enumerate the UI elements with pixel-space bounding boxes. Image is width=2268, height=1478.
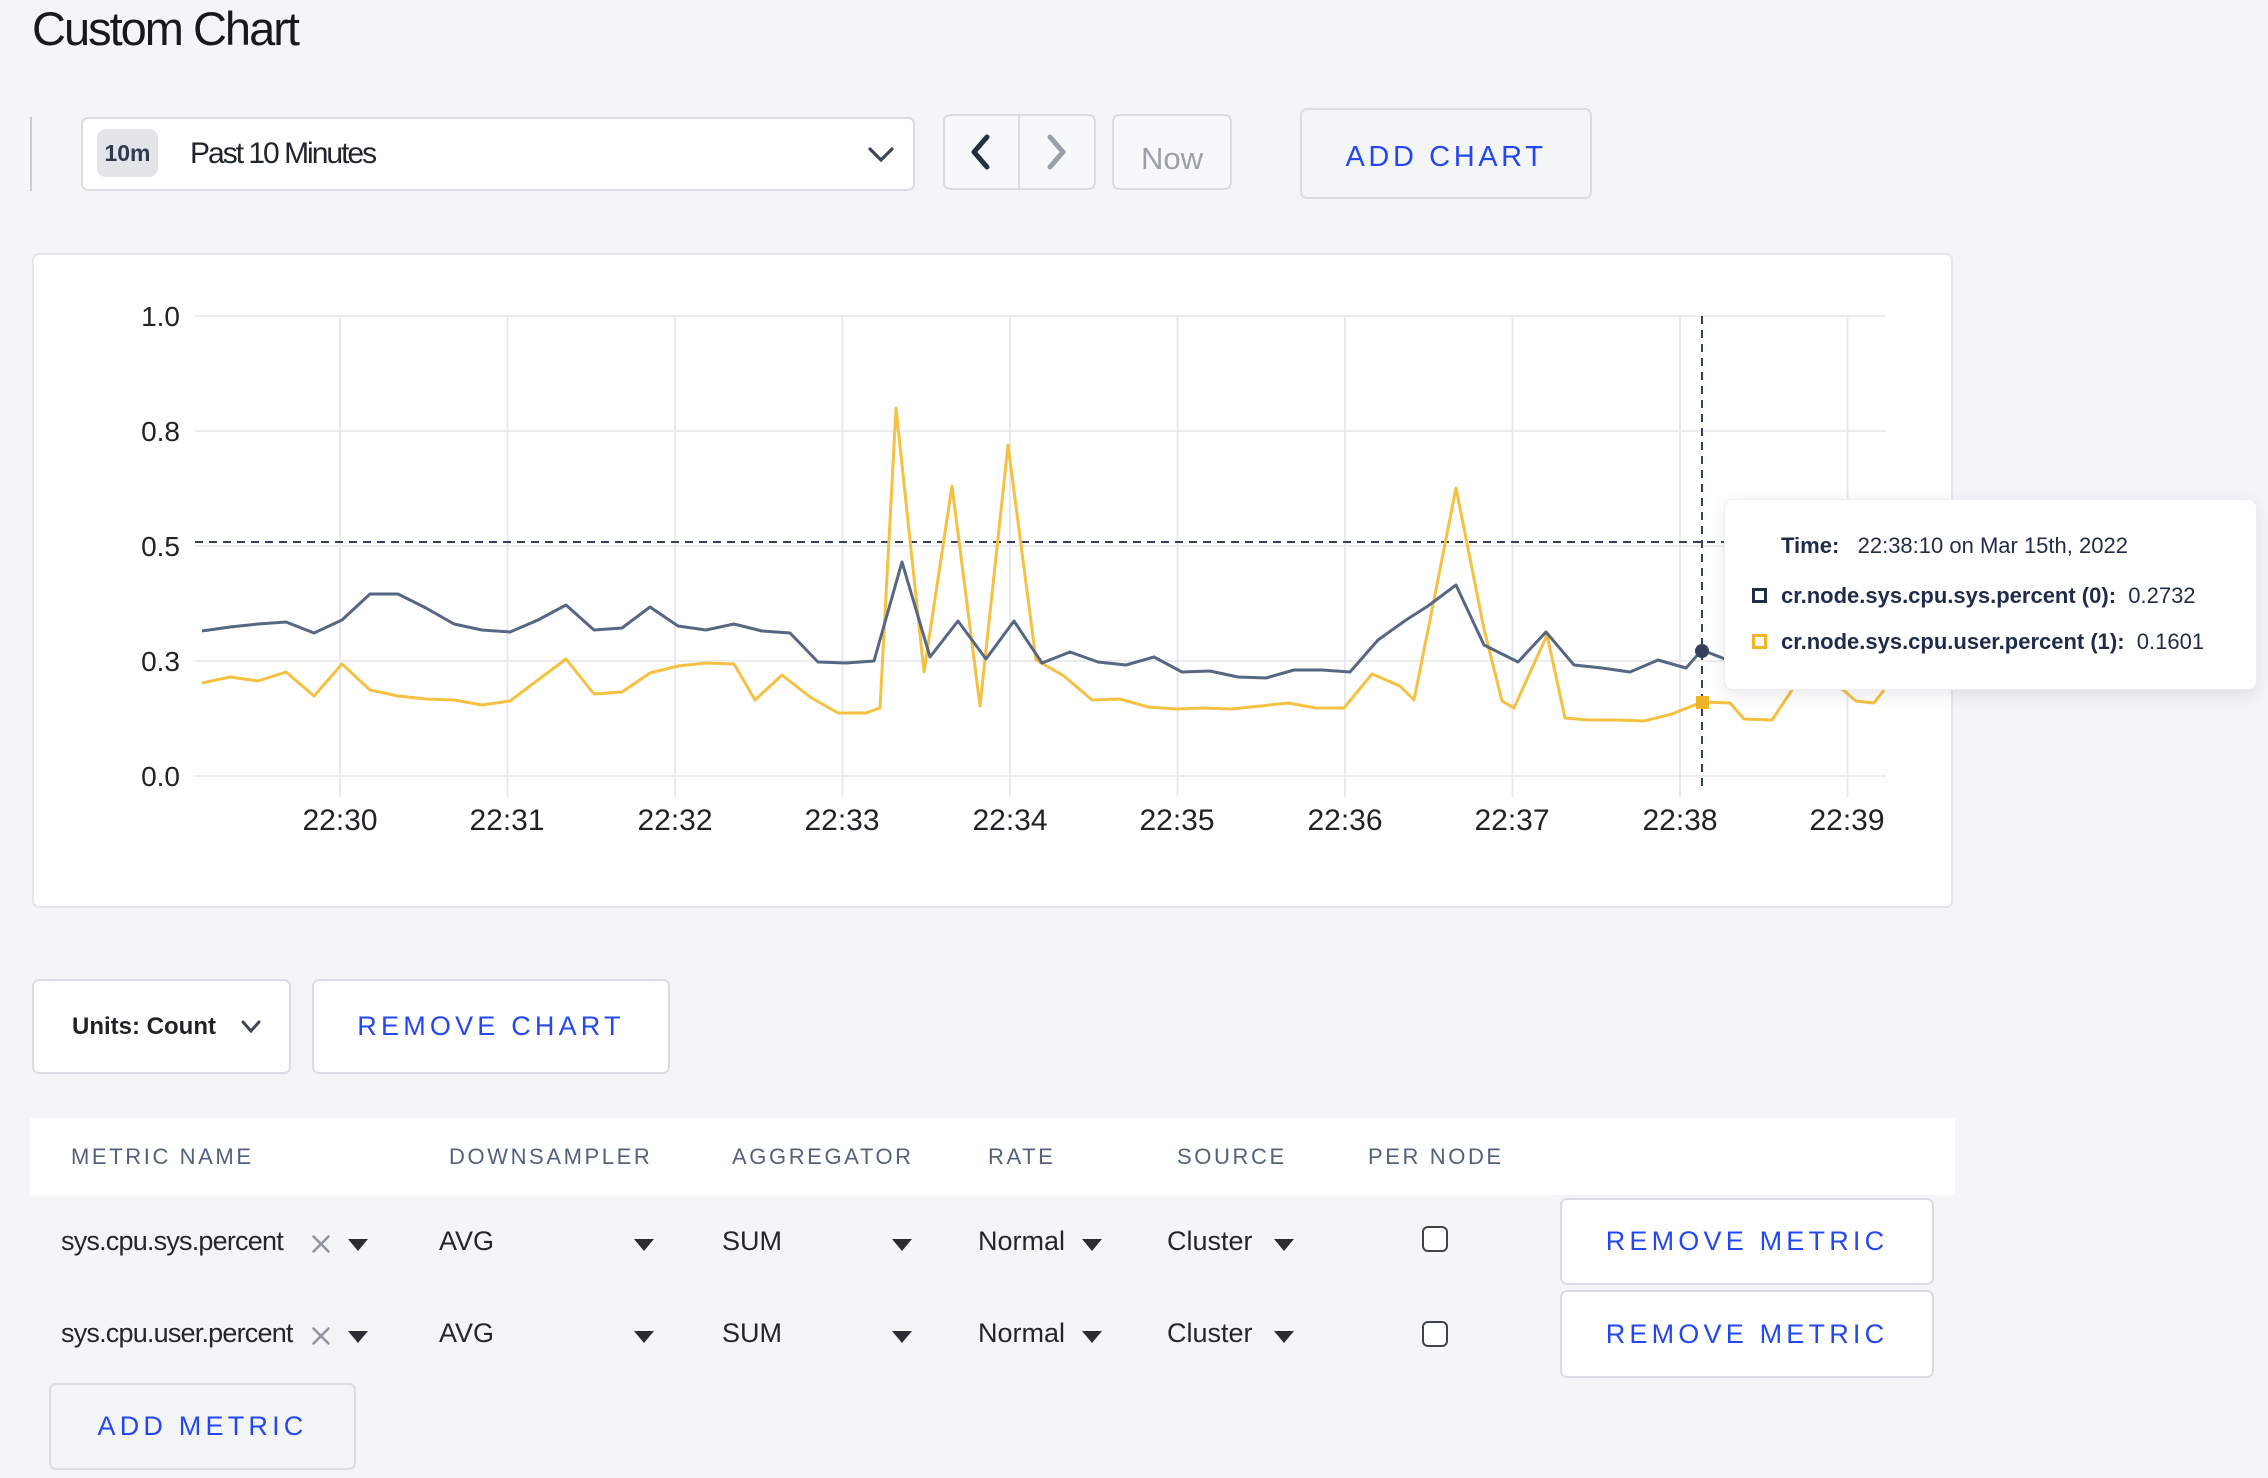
svg-text:22:33: 22:33 (804, 804, 879, 837)
svg-text:22:36: 22:36 (1307, 804, 1382, 837)
svg-text:22:37: 22:37 (1474, 804, 1549, 837)
svg-text:22:38: 22:38 (1642, 804, 1717, 837)
svg-text:22:32: 22:32 (637, 804, 712, 837)
svg-text:0.3: 0.3 (141, 646, 180, 677)
svg-text:22:34: 22:34 (972, 804, 1047, 837)
svg-text:22:35: 22:35 (1139, 804, 1214, 837)
svg-text:0.8: 0.8 (141, 416, 180, 447)
svg-text:0.0: 0.0 (141, 761, 180, 792)
svg-text:0.5: 0.5 (141, 531, 180, 562)
svg-text:1.0: 1.0 (141, 301, 180, 332)
svg-text:22:39: 22:39 (1809, 804, 1884, 837)
svg-text:22:30: 22:30 (302, 804, 377, 837)
svg-text:22:31: 22:31 (469, 804, 544, 837)
